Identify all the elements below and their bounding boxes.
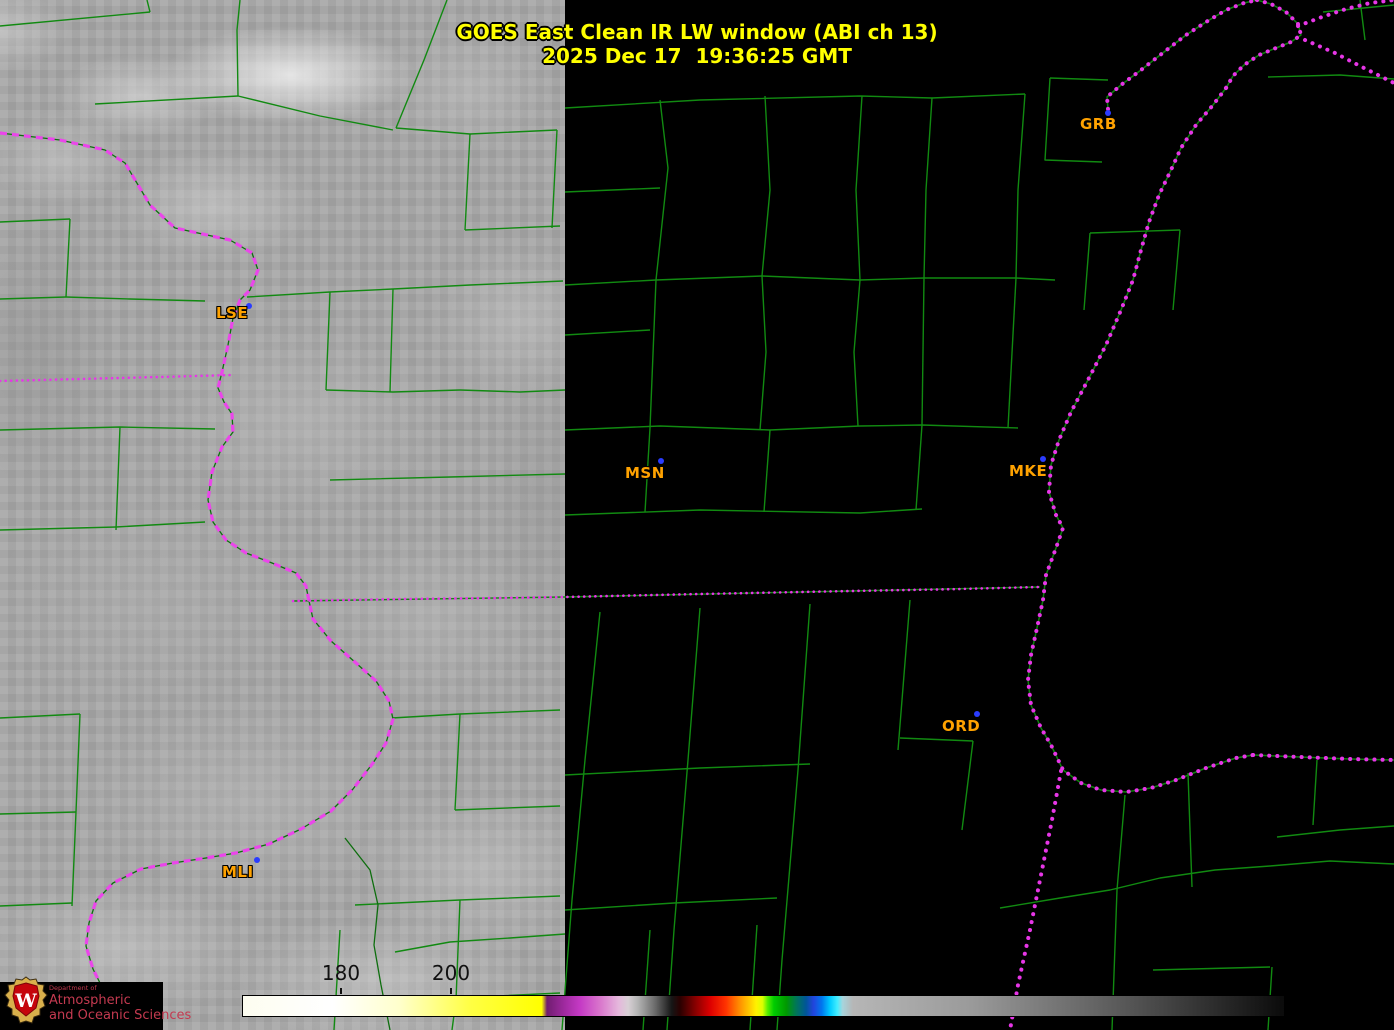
- timestamp: 2025 Dec 17 19:36:25 GMT: [542, 44, 852, 68]
- crest-letter: W: [14, 990, 37, 1012]
- satellite-image-view: GOES East Clean IR LW window (ABI ch 13)…: [0, 0, 1394, 1030]
- state-borders-dotted-magenta: [0, 0, 1394, 1030]
- station-label: MLI: [222, 863, 254, 881]
- logo-dept-line: Department of: [49, 984, 97, 992]
- station-label: LSE: [216, 304, 249, 322]
- logo-line2: and Oceanic Sciences: [49, 1007, 192, 1023]
- station-dot: [254, 857, 260, 863]
- uw-crest-logo: W: [4, 976, 48, 1024]
- image-header: GOES East Clean IR LW window (ABI ch 13)…: [0, 20, 1394, 68]
- state-border-river-magenta: [0, 131, 395, 1030]
- logo-text: Department of Atmospheric and Oceanic Sc…: [49, 985, 191, 1022]
- product-title: GOES East Clean IR LW window (ABI ch 13): [456, 20, 938, 44]
- logo-line1: Atmospheric: [49, 992, 131, 1008]
- map-overlay: [0, 0, 1394, 1030]
- county-boundaries-layer: [0, 0, 1394, 1030]
- colorbar: [242, 995, 1285, 1017]
- station-label: ORD: [942, 717, 981, 735]
- station-label: GRB: [1080, 115, 1117, 133]
- colorbar-tick-180: 180: [321, 961, 361, 985]
- colorbar-tick-200: 200: [431, 961, 471, 985]
- river-lines-layer: [0, 132, 394, 1030]
- colorbar-tick-mark: [340, 988, 342, 994]
- station-label: MSN: [625, 464, 665, 482]
- colorbar-tick-mark: [450, 988, 452, 994]
- station-label: MKE: [1009, 462, 1048, 480]
